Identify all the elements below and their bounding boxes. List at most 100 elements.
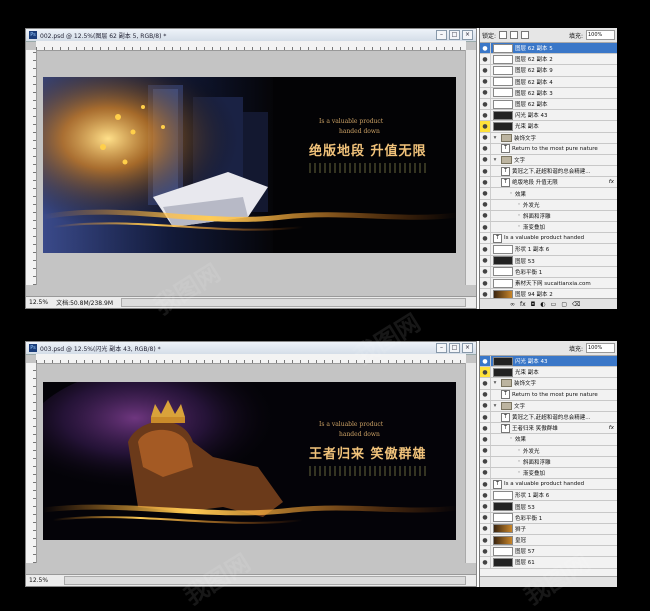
visibility-eye-icon[interactable]: ●	[480, 222, 491, 233]
fx-badge[interactable]: fx	[609, 179, 617, 185]
lock-all-icon[interactable]	[521, 31, 530, 39]
close-icon[interactable]: ×	[462, 30, 473, 40]
visibility-eye-icon[interactable]: ●	[480, 177, 491, 188]
canvas-artwork[interactable]: Is a valuable product handed down 王者归来 笑…	[43, 382, 456, 540]
visibility-eye-icon[interactable]: ●	[480, 434, 491, 445]
visibility-eye-icon[interactable]: ●	[480, 43, 491, 54]
visibility-eye-icon[interactable]: ●	[480, 266, 491, 277]
layer-row[interactable]: ● T 黄冠之下,赶超和谐的总会精建...	[480, 166, 617, 178]
layer-row[interactable]: ● 图层 53	[480, 501, 617, 513]
visibility-eye-icon[interactable]: ●	[480, 557, 491, 568]
visibility-eye-icon[interactable]: ●	[480, 490, 491, 501]
layer-row[interactable]: ● ◦ 斜面和浮雕	[480, 456, 617, 468]
layer-row[interactable]: ● 皇冠	[480, 535, 617, 547]
visibility-eye-icon[interactable]: ●	[480, 76, 491, 87]
zoom-readout[interactable]: 12.5%	[29, 577, 48, 584]
visibility-eye-icon[interactable]: ●	[480, 132, 491, 143]
vertical-scrollbar[interactable]	[465, 363, 476, 563]
new-layer-icon[interactable]: ▢	[561, 301, 567, 308]
layer-row[interactable]: ● T 王者归来 笑傲群雄 fx	[480, 423, 617, 435]
visibility-eye-icon[interactable]: ●	[480, 154, 491, 166]
layer-row[interactable]: ● 闪光 副本 43	[480, 356, 617, 368]
layer-row[interactable]: ● 图层 57	[480, 546, 617, 558]
visibility-eye-icon[interactable]: ●	[480, 423, 491, 434]
layer-row[interactable]: ● ▾ 文字	[480, 400, 617, 412]
visibility-eye-icon[interactable]: ●	[480, 143, 491, 154]
layer-row[interactable]: ● 图层 53	[480, 255, 617, 267]
layer-row[interactable]: ● ◦ 效果	[480, 434, 617, 446]
visibility-eye-icon[interactable]: ●	[480, 210, 491, 221]
layer-row[interactable]: ● 形状 1 副本 6	[480, 244, 617, 256]
layer-row[interactable]: ● T 绝版地段 升值无限 fx	[480, 177, 617, 189]
visibility-eye-icon[interactable]: ●	[480, 87, 491, 98]
vertical-ruler[interactable]	[26, 363, 37, 563]
minimize-icon[interactable]: –	[436, 30, 447, 40]
visibility-eye-icon[interactable]: ●	[480, 199, 491, 210]
visibility-eye-icon[interactable]: ●	[480, 501, 491, 512]
vertical-ruler[interactable]	[26, 50, 37, 285]
adjustment-icon[interactable]: ◐	[540, 301, 545, 308]
layer-row[interactable]: ● ◦ 外发光	[480, 199, 617, 211]
visibility-eye-icon[interactable]: ●	[480, 367, 491, 378]
layer-row[interactable]: ● 图层 62 副本 4	[480, 76, 617, 88]
lock-position-icon[interactable]	[510, 31, 519, 39]
fx-icon[interactable]: fx	[520, 301, 526, 308]
visibility-eye-icon[interactable]: ●	[480, 121, 491, 132]
visibility-eye-icon[interactable]: ●	[480, 456, 491, 467]
visibility-eye-icon[interactable]: ●	[480, 255, 491, 266]
link-icon[interactable]: ∞	[510, 301, 515, 308]
group-icon[interactable]: ▭	[551, 301, 557, 308]
horizontal-ruler[interactable]	[36, 41, 466, 51]
visibility-eye-icon[interactable]: ●	[480, 356, 491, 367]
layer-row[interactable]: ● 图层 61	[480, 557, 617, 569]
layer-row[interactable]: ● ◦ 外发光	[480, 445, 617, 457]
visibility-eye-icon[interactable]: ●	[480, 389, 491, 400]
fill-input[interactable]: 100%	[586, 343, 615, 353]
layer-row[interactable]: ● 色彩平衡 1	[480, 512, 617, 524]
visibility-eye-icon[interactable]: ●	[480, 535, 491, 546]
disclosure-triangle-icon[interactable]: ▾	[491, 135, 499, 141]
visibility-eye-icon[interactable]: ●	[480, 523, 491, 534]
layer-row[interactable]: ● ◦ 效果	[480, 188, 617, 200]
visibility-eye-icon[interactable]: ●	[480, 546, 491, 557]
visibility-eye-icon[interactable]: ●	[480, 233, 491, 244]
disclosure-triangle-icon[interactable]: ▾	[491, 403, 499, 409]
layer-row[interactable]: ● T Return to the most pure nature	[480, 389, 617, 401]
layer-row[interactable]: ● 色彩平衡 1	[480, 266, 617, 278]
close-icon[interactable]: ×	[462, 343, 473, 353]
layer-row[interactable]: ● 闪光 副本 43	[480, 110, 617, 122]
layer-row[interactable]: ● ▾ 装饰文字	[480, 378, 617, 390]
visibility-eye-icon[interactable]: ●	[480, 378, 491, 389]
layer-row[interactable]: ● 光束 副本	[480, 367, 617, 379]
zoom-readout[interactable]: 12.5%	[29, 299, 48, 306]
visibility-eye-icon[interactable]: ●	[480, 188, 491, 199]
layer-row[interactable]: ● 图层 62 副本 3	[480, 87, 617, 99]
layer-row[interactable]: ● T 黄冠之下,赶超和谐的总会精建...	[480, 411, 617, 424]
horizontal-scrollbar[interactable]	[64, 576, 466, 585]
layer-row[interactable]: ● 形状 1 副本 6	[480, 490, 617, 502]
layer-row[interactable]: ● T Is a valuable product handed	[480, 479, 617, 491]
layer-row[interactable]: ● 图层 62 副本 5	[480, 43, 617, 55]
layer-row[interactable]: ● 图层 62 副本	[480, 98, 617, 111]
horizontal-ruler[interactable]	[36, 354, 466, 364]
visibility-eye-icon[interactable]: ●	[480, 244, 491, 255]
visibility-eye-icon[interactable]: ●	[480, 277, 491, 289]
vertical-scrollbar[interactable]	[465, 50, 476, 285]
layer-row[interactable]: ● ◦ 渐变叠加	[480, 467, 617, 480]
visibility-eye-icon[interactable]: ●	[480, 411, 491, 423]
visibility-eye-icon[interactable]: ●	[480, 479, 491, 490]
fill-input[interactable]: 100%	[586, 30, 615, 40]
visibility-eye-icon[interactable]: ●	[480, 65, 491, 76]
layer-row[interactable]: ● ▾ 装饰文字	[480, 132, 617, 144]
visibility-eye-icon[interactable]: ●	[480, 512, 491, 523]
visibility-eye-icon[interactable]: ●	[480, 54, 491, 65]
canvas-artwork[interactable]: Is a valuable product handed down 绝版地段 升…	[43, 77, 456, 253]
visibility-eye-icon[interactable]: ●	[480, 400, 491, 411]
layer-row[interactable]: ● 图层 62 副本 2	[480, 54, 617, 66]
layer-row[interactable]: ● 光束 副本	[480, 121, 617, 133]
layer-row[interactable]: ● ▾ 文字	[480, 154, 617, 167]
layer-row[interactable]: ● T Is a valuable product handed	[480, 233, 617, 245]
lock-pixels-icon[interactable]	[499, 31, 508, 39]
layer-row[interactable]: ● 狮子	[480, 523, 617, 535]
layer-row[interactable]: ● T Return to the most pure nature	[480, 143, 617, 155]
